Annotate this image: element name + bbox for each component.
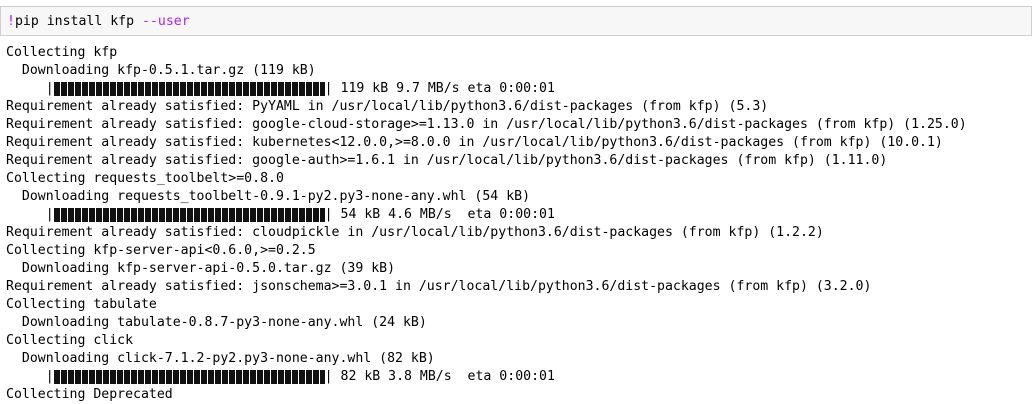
progress-bar <box>53 80 325 98</box>
progress-bar <box>53 206 325 224</box>
progress-line: | | 119 kB 9.7 MB/s eta 0:00:01 <box>6 80 1032 98</box>
progress-bar <box>53 368 325 386</box>
progress-bar-fill <box>53 82 325 96</box>
output-line: Collecting click <box>6 333 134 348</box>
output-line: Collecting tabulate <box>6 297 157 312</box>
progress-prefix: | <box>6 369 54 384</box>
output-line: Requirement already satisfied: jsonschem… <box>6 279 872 294</box>
output-line: Requirement already satisfied: cloudpick… <box>6 225 824 240</box>
output-line: Requirement already satisfied: kubernete… <box>6 135 943 150</box>
output-line: Requirement already satisfied: PyYAML in… <box>6 99 769 114</box>
output-line: Collecting Deprecated <box>6 387 173 402</box>
pip-command: pip install kfp <box>14 14 142 29</box>
progress-line: | | 82 kB 3.8 MB/s eta 0:00:01 <box>6 368 1032 386</box>
cell-output: Collecting kfp Downloading kfp-0.5.1.tar… <box>6 44 1032 404</box>
code-input-cell[interactable]: !pip install kfp --user <box>0 6 1032 36</box>
progress-bar-fill <box>53 208 325 222</box>
progress-stats: | 54 kB 4.6 MB/s eta 0:00:01 <box>324 207 555 222</box>
progress-stats: | 119 kB 9.7 MB/s eta 0:00:01 <box>324 81 555 96</box>
progress-prefix: | <box>6 207 54 222</box>
output-line: Collecting kfp <box>6 45 118 60</box>
output-line: Requirement already satisfied: google-cl… <box>6 117 967 132</box>
output-line: Downloading click-7.1.2-py2.py3-none-any… <box>6 351 435 366</box>
output-line: Downloading kfp-0.5.1.tar.gz (119 kB) <box>6 63 316 78</box>
progress-bar-fill <box>53 370 325 384</box>
output-line: Collecting requests_toolbelt>=0.8.0 <box>6 171 284 186</box>
progress-prefix: | <box>6 81 54 96</box>
progress-stats: | 82 kB 3.8 MB/s eta 0:00:01 <box>324 369 555 384</box>
output-line: Collecting kfp-server-api<0.6.0,>=0.2.5 <box>6 243 316 258</box>
progress-line: | | 54 kB 4.6 MB/s eta 0:00:01 <box>6 206 1032 224</box>
output-line: Downloading requests_toolbelt-0.9.1-py2.… <box>6 189 531 204</box>
shell-bang: ! <box>7 14 15 29</box>
output-line: Downloading kfp-server-api-0.5.0.tar.gz … <box>6 261 396 276</box>
output-line: Downloading tabulate-0.8.7-py3-none-any.… <box>6 315 427 330</box>
user-flag: --user <box>142 14 190 29</box>
output-line: Requirement already satisfied: google-au… <box>6 153 888 168</box>
code-text[interactable]: !pip install kfp --user <box>7 13 190 30</box>
